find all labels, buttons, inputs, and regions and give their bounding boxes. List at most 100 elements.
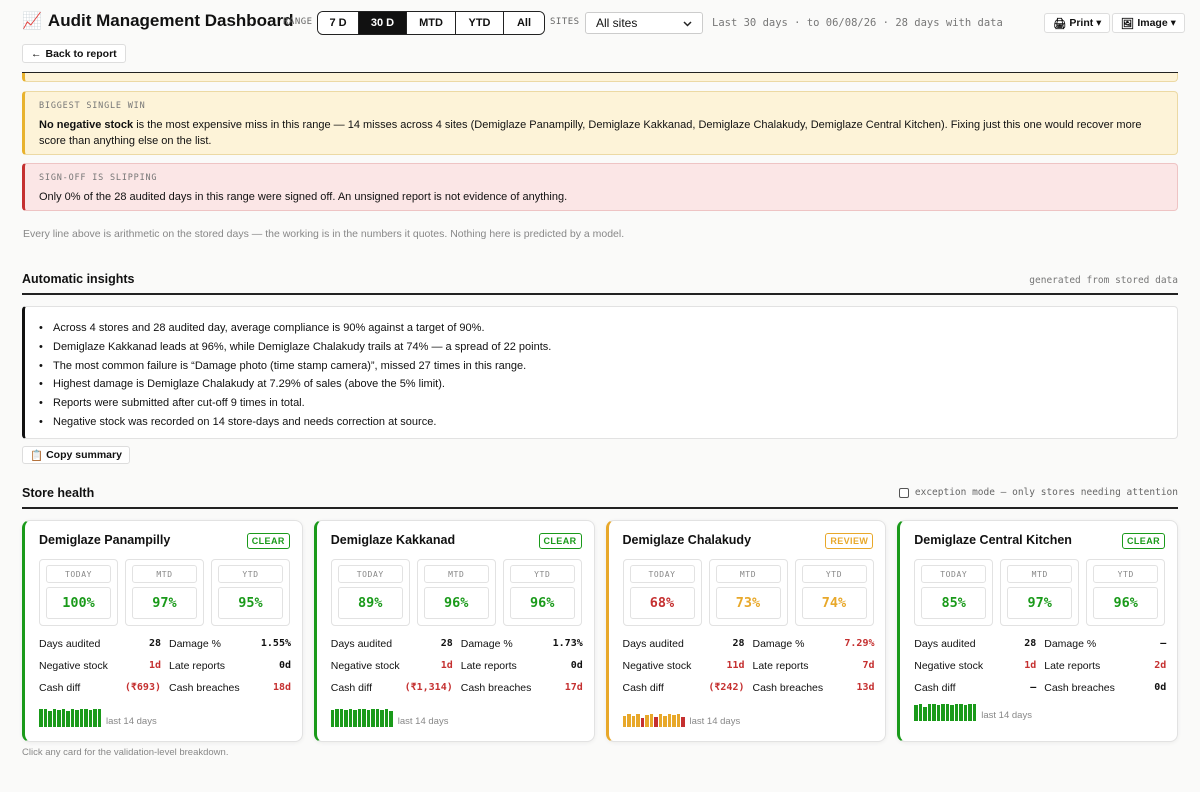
chevron-down-icon: [683, 16, 692, 30]
store-card[interactable]: Demiglaze Kakkanad CLEAR TODAY 89% MTD 96%…: [313, 520, 595, 742]
range-30d-button[interactable]: 30 D: [359, 12, 407, 34]
spark-bar: [950, 705, 954, 721]
stat-negative-stock: Negative stock 1d: [330, 659, 453, 672]
stat-cash-breaches: Cash breaches 17d: [460, 681, 583, 694]
sign-off-alert: SIGN-OFF IS SLIPPING Only 0% of the 28 a…: [22, 163, 1178, 211]
sparkline-block: last 14 days: [39, 709, 157, 727]
range-mtd-button[interactable]: MTD: [407, 12, 456, 34]
period-ytd: YTD 96%: [1086, 559, 1166, 626]
spark-bar: [75, 710, 79, 727]
store-stats: Days audited 28 Damage % 1.73% Negative st…: [331, 637, 583, 694]
back-to-report-button[interactable]: ← Back to report: [22, 44, 126, 63]
range-info: Last 30 days · to 06/08/26 · 28 days wit…: [712, 17, 1003, 29]
sites-label: SITES: [550, 17, 580, 27]
sites-select-value: All sites: [596, 16, 638, 30]
list-item: The most common failure is “Damage photo…: [39, 357, 1163, 376]
spark-bar: [923, 707, 927, 721]
period-label: MTD: [132, 565, 197, 583]
spark-bar: [667, 714, 671, 727]
period-label: MTD: [715, 565, 781, 583]
stat-days-audited: Days audited 28: [914, 637, 1037, 650]
sparkline-label: last 14 days: [689, 716, 741, 727]
store-card[interactable]: Demiglaze Panampilly CLEAR TODAY 100% MTD…: [22, 520, 303, 742]
copy-summary-button[interactable]: 📋 Copy summary: [22, 446, 130, 464]
spark-bar: [70, 709, 74, 727]
stat-cash-diff: Cash diff (₹242): [622, 681, 745, 694]
period-mtd: MTD 73%: [708, 559, 788, 626]
spark-bar: [932, 704, 936, 721]
page-title-text: Audit Management Dashboard: [47, 11, 294, 30]
spark-bar: [61, 709, 65, 727]
store-card[interactable]: Demiglaze Central Kitchen CLEAR TODAY 85%…: [897, 520, 1178, 742]
spark-bar: [945, 704, 950, 721]
print-button[interactable]: 🖨 Print ▾: [1044, 13, 1111, 33]
stat-damage: Damage % 7.29%: [752, 637, 875, 650]
period-mtd: MTD 97%: [1000, 559, 1080, 626]
spark-bar: [357, 709, 362, 727]
spark-bar: [371, 709, 375, 727]
spark-bar: [362, 709, 366, 727]
stat-negative-stock: Negative stock 1d: [39, 659, 161, 672]
insights-list: Across 4 stores and 28 audited day, aver…: [39, 319, 1163, 432]
spark-bar: [645, 715, 649, 727]
spark-bar: [676, 714, 680, 727]
store-card[interactable]: Demiglaze Chalakudy REVIEW TODAY 68% MTD 7…: [605, 520, 887, 742]
period-ytd: YTD 96%: [502, 559, 582, 626]
period-label: MTD: [423, 565, 489, 583]
store-name: Demiglaze Panampilly: [39, 533, 171, 547]
period-value: 97%: [1007, 587, 1073, 619]
spark-bar: [954, 704, 959, 721]
status-badge: REVIEW: [825, 533, 874, 549]
store-name: Demiglaze Central Kitchen: [914, 533, 1072, 547]
alerts-footnote: Every line above is arithmetic on the st…: [23, 228, 625, 240]
period-value: 96%: [1093, 587, 1159, 619]
spark-bar: [93, 709, 97, 727]
range-ytd-button[interactable]: YTD: [456, 12, 504, 34]
stat-cash-breaches: Cash breaches 13d: [752, 681, 875, 694]
spark-bar: [57, 710, 61, 727]
period-ytd: YTD 95%: [211, 559, 290, 626]
stat-days-audited: Days audited 28: [622, 637, 745, 650]
stat-cash-diff: Cash diff (₹693): [39, 681, 161, 694]
period-value: 68%: [629, 587, 695, 619]
period-scores: TODAY 68% MTD 73% YTD 74%: [622, 559, 874, 626]
period-value: 73%: [715, 587, 781, 619]
sparkline-block: last 14 days: [914, 703, 1032, 721]
spark-bar: [681, 717, 685, 727]
period-label: MTD: [1007, 565, 1073, 583]
insights-aside: generated from stored data: [1029, 275, 1178, 286]
spark-bar: [959, 704, 963, 721]
store-stats: Days audited 28 Damage % 1.55% Negative st…: [39, 637, 291, 694]
spark-bar: [79, 709, 83, 727]
sites-select[interactable]: All sites: [585, 12, 703, 34]
spark-bar: [672, 715, 676, 727]
page-title: 📈 Audit Management Dashboard: [22, 11, 294, 31]
spark-bar: [66, 711, 70, 727]
chart-increasing-icon: 📈: [22, 13, 42, 30]
exception-mode-label: exception mode — only stores needing att…: [914, 487, 1178, 498]
period-label: YTD: [801, 565, 867, 583]
range-7d-button[interactable]: 7 D: [318, 12, 359, 34]
range-all-button[interactable]: All: [504, 12, 544, 34]
spark-bar: [39, 709, 43, 727]
spark-bar: [622, 716, 626, 727]
spark-bar: [627, 714, 631, 727]
spark-bar: [636, 714, 640, 727]
image-button[interactable]: 🖼 Image ▾: [1112, 13, 1185, 33]
spark-bar: [97, 709, 101, 727]
spark-bar: [353, 710, 357, 727]
sparkline: [622, 709, 685, 727]
clipboard-icon: 📋: [30, 449, 44, 462]
exception-mode-toggle[interactable]: exception mode — only stores needing att…: [898, 487, 1178, 498]
store-name: Demiglaze Chalakudy: [622, 533, 752, 547]
exception-mode-checkbox[interactable]: [898, 487, 909, 498]
spark-bar: [88, 710, 92, 727]
sparkline-block: last 14 days: [330, 709, 448, 727]
spark-bar: [335, 709, 339, 727]
period-label: TODAY: [337, 565, 403, 583]
spark-bar: [348, 709, 353, 727]
spark-bar: [918, 704, 923, 721]
period-scores: TODAY 85% MTD 97% YTD 96%: [914, 559, 1166, 626]
store-stats: Days audited 28 Damage % 7.29% Negative st…: [623, 637, 875, 694]
spark-bar: [389, 711, 393, 727]
